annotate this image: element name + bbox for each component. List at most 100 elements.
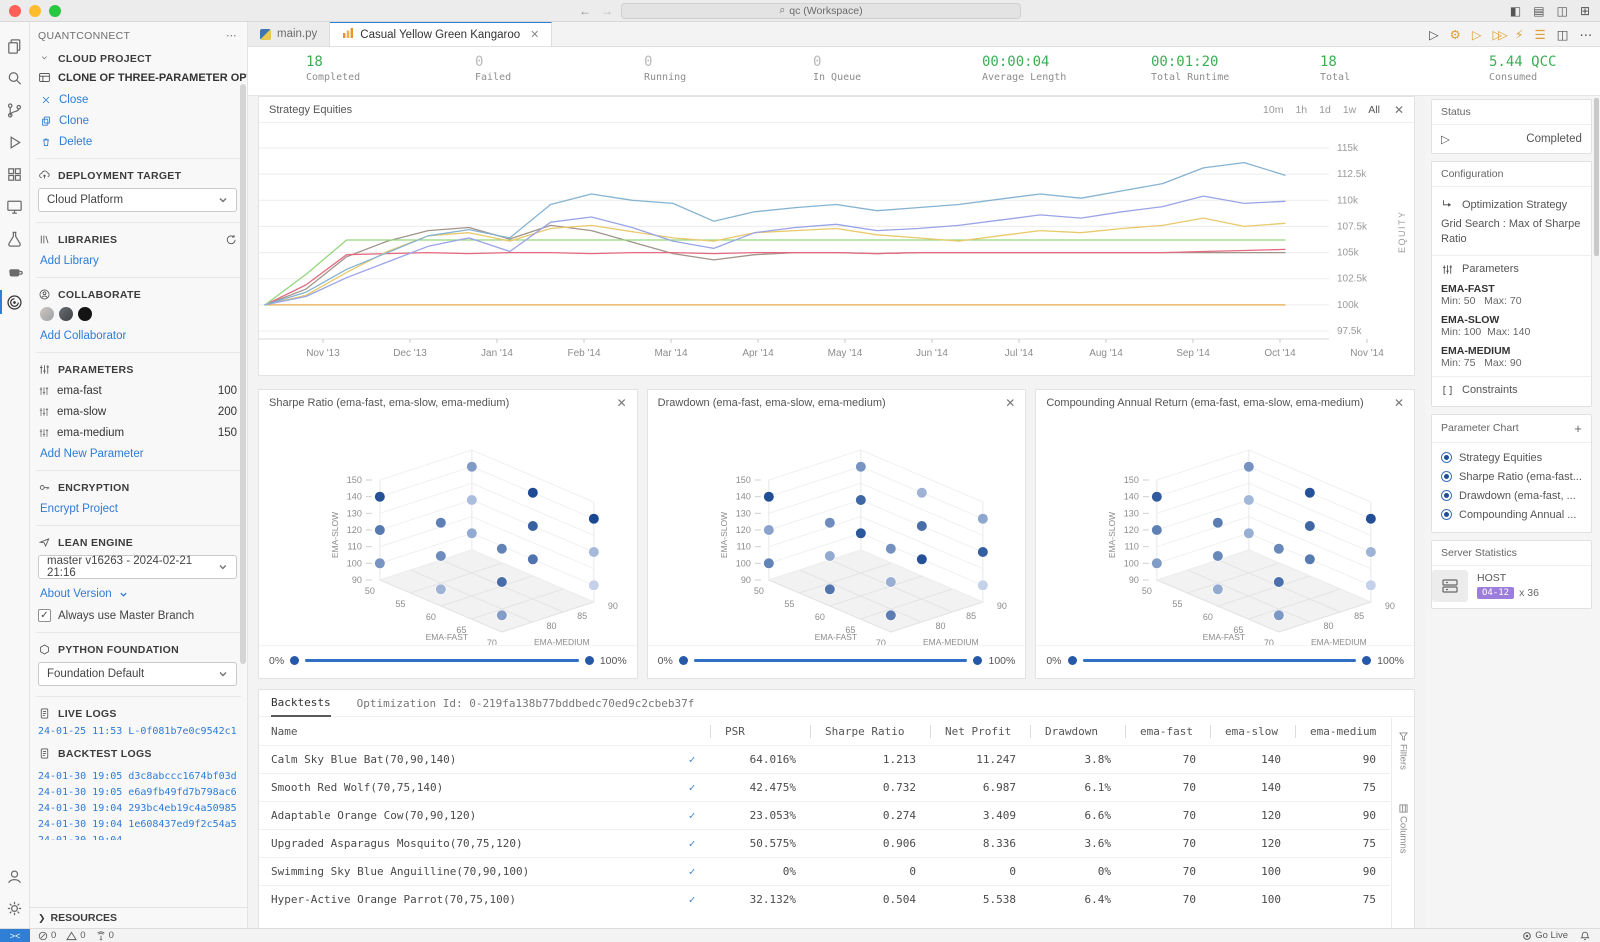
table-row[interactable]: Calm Sky Blue Bat(70,90,140)✓64.016%1.21…: [259, 745, 1390, 773]
maximize-window-button[interactable]: [49, 5, 61, 17]
table-row[interactable]: Swimming Sky Blue Anguilline(70,90,100)✓…: [259, 857, 1390, 885]
window-controls[interactable]: [9, 5, 61, 17]
slider-handle-left[interactable]: [1068, 656, 1077, 665]
about-version-link[interactable]: About Version: [40, 588, 237, 600]
project-name-row[interactable]: CLONE OF THREE-PARAMETER OPTIMI...: [38, 71, 237, 84]
equity-chart[interactable]: 115k112.5k110k107.5k105k102.5k100k97.5kN…: [259, 123, 1414, 375]
toggle-sidebar-icon[interactable]: ◧: [1510, 4, 1521, 18]
checkbox-checked[interactable]: ✓: [38, 609, 51, 622]
python-foundation-select[interactable]: Foundation Default: [38, 662, 237, 686]
col-header-name[interactable]: Name: [259, 725, 674, 738]
backtest-play-icon[interactable]: ▷: [1472, 27, 1482, 42]
avatar[interactable]: [40, 307, 54, 321]
close-panel-icon[interactable]: ✕: [1394, 396, 1404, 410]
close-window-button[interactable]: [9, 5, 21, 17]
run-icon[interactable]: ▷: [1429, 27, 1439, 42]
backtest-log-link[interactable]: 24-01-30 19:04: [38, 835, 237, 840]
errors-indicator[interactable]: 0: [38, 930, 56, 941]
parameter-row-ema-medium[interactable]: ema-medium150: [38, 427, 237, 439]
close-tab-icon[interactable]: ✕: [530, 28, 539, 41]
parameter-row-ema-slow[interactable]: ema-slow200: [38, 406, 237, 418]
workspace-search-box[interactable]: ⌕ qc (Workspace): [621, 3, 1021, 19]
slider-track[interactable]: [694, 659, 968, 662]
add-library-link[interactable]: Add Library: [40, 255, 237, 267]
radio-selected-icon[interactable]: [1441, 490, 1452, 501]
forward-icon[interactable]: →: [601, 4, 613, 18]
columns-tab[interactable]: Columns: [1398, 804, 1409, 854]
scatter-slider[interactable]: 0%100%: [1036, 645, 1414, 675]
backtest-log-link[interactable]: 24-01-30 19:04 1e608437ed9f2c54a5ab9d…: [38, 819, 237, 830]
go-live-button[interactable]: Go Live: [1522, 930, 1568, 941]
live-lightning-icon[interactable]: ⚡: [1515, 27, 1524, 42]
bell-icon[interactable]: [1580, 931, 1590, 941]
section-cloud-project[interactable]: CLOUD PROJECT: [38, 52, 237, 65]
warnings-indicator[interactable]: 0: [66, 930, 85, 941]
remote-indicator[interactable]: ><: [0, 929, 30, 942]
add-parameter-link[interactable]: Add New Parameter: [40, 448, 237, 460]
backtest-log-link[interactable]: 24-01-30 19:04 293bc4eb19c4a50985d372…: [38, 803, 237, 814]
table-row[interactable]: Adaptable Orange Cow(70,90,120)✓23.053%0…: [259, 801, 1390, 829]
col-header-drawdown[interactable]: Drawdown: [1030, 725, 1125, 738]
slider-handle-right[interactable]: [973, 656, 982, 665]
col-header-psr[interactable]: PSR: [710, 725, 810, 738]
scatter-slider[interactable]: 0%100%: [259, 645, 637, 675]
chart-option-sharpe-ratio-ema-fast[interactable]: Sharpe Ratio (ema-fast...: [1441, 471, 1582, 483]
tab-optimization-result[interactable]: Casual Yellow Green Kangaroo ✕: [330, 22, 552, 46]
col-header-ema_medium[interactable]: ema-medium: [1295, 725, 1390, 738]
quantconnect-icon[interactable]: [0, 286, 30, 318]
deployment-target-select[interactable]: Cloud Platform: [38, 188, 237, 212]
run-debug-icon[interactable]: [0, 126, 30, 158]
add-chart-icon[interactable]: +: [1574, 421, 1582, 436]
parameter-row-ema-fast[interactable]: ema-fast100: [38, 385, 237, 397]
account-icon[interactable]: [0, 860, 30, 892]
test-beaker-icon[interactable]: [0, 222, 30, 254]
range-button-10m[interactable]: 10m: [1263, 104, 1283, 116]
slider-handle-left[interactable]: [679, 656, 688, 665]
scatter3d-chart[interactable]: 90100110120130140150EMA-SLOW5055606570EM…: [648, 415, 1026, 645]
chart-option-strategy-equities[interactable]: Strategy Equities: [1441, 452, 1582, 464]
backtests-tab[interactable]: Backtests: [271, 690, 331, 717]
split-editor-icon[interactable]: ◫: [1557, 27, 1569, 42]
ports-indicator[interactable]: 0: [96, 930, 114, 941]
slider-handle-right[interactable]: [1362, 656, 1371, 665]
sidebar-more-icon[interactable]: ⋯: [226, 30, 237, 42]
col-header-ema_fast[interactable]: ema-fast: [1125, 725, 1210, 738]
close-project-link[interactable]: Close: [40, 94, 237, 106]
sidebar-scrollbar[interactable]: [240, 84, 246, 664]
avatar[interactable]: [78, 307, 92, 321]
settings-gear-icon[interactable]: [0, 892, 30, 924]
table-row[interactable]: Hyper-Active Orange Parrot(70,75,100)✓32…: [259, 885, 1390, 913]
explorer-icon[interactable]: [0, 30, 30, 62]
range-button-1w[interactable]: 1w: [1343, 104, 1356, 116]
slider-handle-left[interactable]: [290, 656, 299, 665]
clone-project-link[interactable]: Clone: [40, 115, 237, 127]
back-icon[interactable]: ←: [579, 4, 591, 18]
close-panel-icon[interactable]: ✕: [1394, 103, 1404, 117]
slider-track[interactable]: [305, 659, 579, 662]
window-scrollbar[interactable]: [1594, 98, 1599, 256]
filters-tab[interactable]: Filters: [1398, 732, 1409, 770]
radio-selected-icon[interactable]: [1441, 509, 1452, 520]
encrypt-project-link[interactable]: Encrypt Project: [40, 503, 237, 515]
delete-project-link[interactable]: Delete: [40, 136, 237, 148]
col-header-net_profit[interactable]: Net Profit: [930, 725, 1030, 738]
add-collaborator-link[interactable]: Add Collaborator: [40, 330, 237, 342]
slider-track[interactable]: [1083, 659, 1357, 662]
resources-section[interactable]: ❯ RESOURCES: [30, 907, 247, 928]
range-button-1d[interactable]: 1d: [1319, 104, 1331, 116]
scatter-slider[interactable]: 0%100%: [648, 645, 1026, 675]
extensions-icon[interactable]: [0, 158, 30, 190]
backtest-log-link[interactable]: 24-01-30 19:05 e6a9fb49fd7b798ac6784f…: [38, 787, 237, 798]
close-panel-icon[interactable]: ✕: [617, 396, 627, 410]
scatter3d-chart[interactable]: 90100110120130140150EMA-SLOW5055606570EM…: [259, 415, 637, 645]
search-icon[interactable]: [0, 62, 30, 94]
logs-list-icon[interactable]: ☰: [1534, 27, 1545, 42]
table-row[interactable]: Smooth Red Wolf(70,75,140)✓42.475%0.7326…: [259, 773, 1390, 801]
radio-selected-icon[interactable]: [1441, 471, 1452, 482]
range-button-1h[interactable]: 1h: [1295, 104, 1307, 116]
more-actions-icon[interactable]: ⋯: [1580, 27, 1593, 42]
chart-option-drawdown-ema-fast[interactable]: Drawdown (ema-fast, ...: [1441, 490, 1582, 502]
toggle-rightbar-icon[interactable]: ◫: [1557, 4, 1568, 18]
radio-selected-icon[interactable]: [1441, 452, 1452, 463]
fast-forward-icon[interactable]: ▷▷: [1492, 27, 1503, 42]
